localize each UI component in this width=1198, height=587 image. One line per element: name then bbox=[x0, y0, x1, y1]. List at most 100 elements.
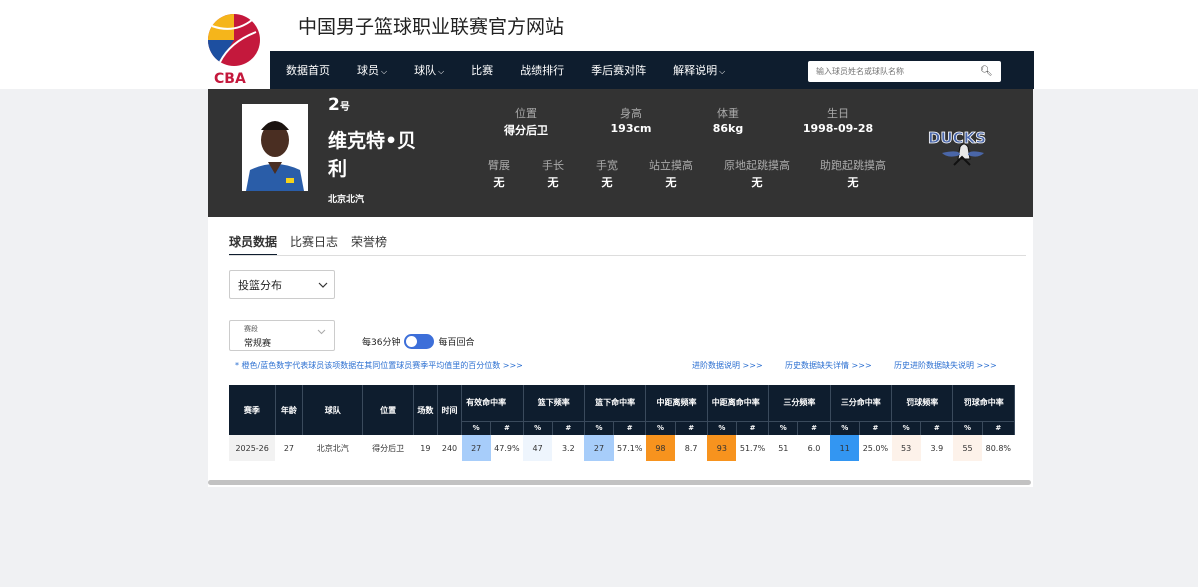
nav-label: 球员 bbox=[357, 64, 379, 77]
sub-pct: % bbox=[584, 420, 615, 435]
cell-mid-freq-pct: 98 bbox=[645, 435, 676, 461]
stat-value: 得分后卫 bbox=[504, 124, 548, 137]
col-team[interactable]: 球队 bbox=[302, 385, 364, 435]
player-card: 2号 维克特•贝利 北京北汽 位置 得分后卫 身高 193cm 体重 86kg 生日 1… bbox=[208, 89, 1033, 487]
chevron-down-icon bbox=[317, 329, 326, 335]
stat-type-value: 投篮分布 bbox=[238, 278, 282, 292]
nav-item-playoffs[interactable]: 季后赛对阵 bbox=[591, 62, 646, 78]
cell-mid-pct-pct: 93 bbox=[707, 435, 737, 461]
nav-item-explanation[interactable]: 解释说明 ⌵ bbox=[673, 62, 725, 78]
nav-item-games[interactable]: 比赛 bbox=[471, 62, 493, 78]
stat-label: 位置 bbox=[515, 107, 537, 120]
stat-height: 身高 193cm bbox=[586, 105, 676, 135]
stat-label: 体重 bbox=[717, 107, 739, 120]
sub-num: # bbox=[920, 420, 954, 435]
advanced-stats-link[interactable]: 进阶数据说明 >>> bbox=[692, 360, 763, 371]
stat-value: 无 bbox=[665, 176, 677, 189]
table-row: 2025-26 27 北京北汽 得分后卫 19 240 27 47.9% 47 … bbox=[229, 435, 1015, 461]
sub-pct: % bbox=[461, 420, 492, 435]
season-stage-value: 常规赛 bbox=[244, 339, 272, 349]
chevron-down-icon: ⌵ bbox=[438, 67, 445, 76]
cell-games: 19 bbox=[420, 443, 431, 453]
cba-logo[interactable]: CBA bbox=[206, 12, 266, 86]
col-three-pct[interactable]: 三分命中率 bbox=[830, 385, 893, 421]
stat-value: 193cm bbox=[610, 122, 652, 135]
player-number-suffix: 号 bbox=[339, 102, 350, 113]
team-logo[interactable]: DUCKS bbox=[920, 125, 1006, 173]
col-minutes[interactable]: 时间 bbox=[437, 385, 463, 435]
sub-pct: % bbox=[768, 420, 799, 435]
stat-type-select[interactable]: 投篮分布 bbox=[229, 270, 335, 299]
cell-efg-num: 47.9% bbox=[494, 443, 520, 453]
cell-ft-pct-pct: 55 bbox=[952, 435, 983, 461]
stat-standing-reach: 站立摸高无 bbox=[626, 157, 716, 190]
tab-game-log[interactable]: 比赛日志 bbox=[290, 233, 338, 256]
stat-standing-vertical: 原地起跳摸高无 bbox=[712, 157, 802, 190]
stat-value: 无 bbox=[751, 176, 763, 189]
sub-num: # bbox=[675, 420, 708, 435]
col-rim-pct[interactable]: 篮下命中率 bbox=[584, 385, 647, 421]
nav-label: 战绩排行 bbox=[520, 64, 565, 77]
season-stage-select[interactable]: 赛段 常规赛 bbox=[229, 320, 335, 351]
stat-position: 位置 得分后卫 bbox=[481, 105, 571, 138]
per-mode-toggle[interactable] bbox=[404, 334, 435, 349]
nav-item-teams[interactable]: 球队 ⌵ bbox=[414, 62, 444, 78]
history-advanced-missing-link[interactable]: 历史进阶数据缺失说明 >>> bbox=[894, 360, 997, 371]
tab-honors[interactable]: 荣誉榜 bbox=[351, 233, 387, 256]
sub-pct: % bbox=[707, 420, 737, 435]
cell-ft-freq-pct: 53 bbox=[891, 435, 921, 461]
chevron-down-icon: ⌵ bbox=[381, 67, 388, 76]
nav-item-standings[interactable]: 战绩排行 bbox=[520, 62, 564, 78]
col-mid-pct[interactable]: 中距离命中率 bbox=[707, 385, 770, 421]
col-ft-freq[interactable]: 罚球频率 bbox=[891, 385, 954, 421]
cell-position: 得分后卫 bbox=[372, 443, 405, 453]
tab-player-stats[interactable]: 球员数据 bbox=[229, 233, 278, 256]
player-tabs: 球员数据 比赛日志 荣誉榜 bbox=[229, 233, 400, 256]
sub-pct: % bbox=[523, 420, 553, 435]
cell-efg-pct: 27 bbox=[461, 435, 491, 461]
search-icon[interactable]: 🔍︎ bbox=[980, 66, 993, 77]
stat-label: 助跑起跳摸高 bbox=[820, 159, 886, 172]
stat-birthday: 生日 1998-09-28 bbox=[793, 105, 883, 135]
nav-label: 季后赛对阵 bbox=[591, 64, 647, 77]
cell-minutes: 240 bbox=[441, 443, 458, 453]
cell-ft-freq-num: 3.9 bbox=[930, 443, 944, 453]
percentile-note[interactable]: * 橙色/蓝色数字代表球员该项数据在其同位置球员赛季平均值里的百分位数 >>> bbox=[235, 360, 523, 371]
stat-label: 生日 bbox=[827, 107, 849, 120]
search-input[interactable] bbox=[808, 67, 976, 76]
cell-three-freq-pct: 51 bbox=[778, 443, 789, 453]
cell-team[interactable]: 北京北汽 bbox=[303, 435, 363, 461]
stat-label: 站立摸高 bbox=[649, 159, 693, 172]
cba-logo-text: CBA bbox=[214, 71, 246, 86]
col-position[interactable]: 位置 bbox=[362, 385, 414, 435]
col-season[interactable]: 赛季 bbox=[229, 385, 276, 435]
history-missing-link[interactable]: 历史数据缺失详情 >>> bbox=[785, 360, 872, 371]
col-age[interactable]: 年龄 bbox=[275, 385, 304, 435]
stat-value: 无 bbox=[847, 176, 859, 189]
sub-pct: % bbox=[952, 420, 983, 435]
cell-three-pct-num: 25.0% bbox=[862, 443, 889, 453]
horizontal-scrollbar[interactable] bbox=[208, 480, 1031, 485]
stats-table: 赛季 年龄 球队 位置 场数 时间 有效命中率 篮下频率 篮下命中率 中距离频率… bbox=[229, 385, 1016, 461]
sub-num: # bbox=[613, 420, 647, 435]
nav-label: 比赛 bbox=[471, 64, 494, 77]
sub-num: # bbox=[859, 420, 893, 435]
nav-item-data-home[interactable]: 数据首页 bbox=[286, 62, 330, 78]
col-rim-freq[interactable]: 篮下频率 bbox=[523, 385, 585, 421]
nav-item-players[interactable]: 球员 ⌵ bbox=[357, 62, 387, 78]
player-team[interactable]: 北京北汽 bbox=[328, 192, 364, 205]
col-games[interactable]: 场数 bbox=[413, 385, 438, 435]
chevron-down-icon bbox=[318, 282, 328, 288]
stat-running-vertical: 助跑起跳摸高无 bbox=[808, 157, 898, 190]
col-three-freq[interactable]: 三分频率 bbox=[768, 385, 831, 421]
site-title: 中国男子篮球职业联赛官方网站 bbox=[298, 16, 565, 38]
cell-three-freq-num: 6.0 bbox=[807, 443, 821, 453]
col-mid-freq[interactable]: 中距离频率 bbox=[645, 385, 708, 421]
col-ft-pct[interactable]: 罚球命中率 bbox=[952, 385, 1015, 421]
col-efg[interactable]: 有效命中率 bbox=[461, 385, 524, 421]
player-hero: 2号 维克特•贝利 北京北汽 位置 得分后卫 身高 193cm 体重 86kg 生日 1… bbox=[208, 89, 1033, 217]
search-box: 🔍︎ bbox=[808, 61, 1001, 82]
player-photo bbox=[242, 104, 308, 191]
cell-rim-freq-num: 3.2 bbox=[561, 443, 575, 453]
cell-rim-pct-pct: 27 bbox=[584, 435, 614, 461]
